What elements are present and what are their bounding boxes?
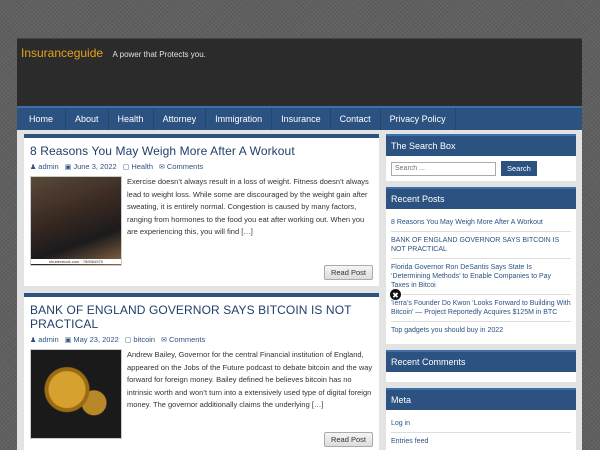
post-meta: ♟ admin ▣ June 3, 2022 ▢ Health ✉ Comments xyxy=(30,162,373,171)
recent-posts-list: 8 Reasons You May Weigh More After A Wor… xyxy=(386,209,576,344)
nav-health[interactable]: Health xyxy=(109,108,154,130)
post-category[interactable]: bitcoin xyxy=(133,335,155,344)
post-meta: ♟ admin ▣ May 23, 2022 ▢ bitcoin ✉ Comments xyxy=(30,335,373,344)
meta-entries-feed-link[interactable]: Entries feed xyxy=(391,433,571,450)
calendar-icon: ▣ xyxy=(64,163,72,171)
widget-title: The Search Box xyxy=(386,134,576,156)
recent-comments-widget: Recent Comments xyxy=(386,350,576,382)
main-nav: Home About Health Attorney Immigration I… xyxy=(17,106,582,130)
meta-login-link[interactable]: Log in xyxy=(391,415,571,433)
meta-list: Log in Entries feed xyxy=(386,410,576,450)
page-wrapper: Insuranceguide A power that Protects you… xyxy=(17,38,582,450)
site-title[interactable]: Insuranceguide xyxy=(21,46,103,60)
post-title[interactable]: 8 Reasons You May Weigh More After A Wor… xyxy=(30,144,373,158)
comment-icon: ✉ xyxy=(159,163,165,171)
post-body: Andrew Bailey, Governor for the central … xyxy=(30,349,373,439)
widget-title: Recent Posts xyxy=(386,187,576,209)
post-thumbnail-bitcoin[interactable] xyxy=(30,349,122,439)
meta-widget: Meta Log in Entries feed xyxy=(386,388,576,450)
search-row: Search xyxy=(386,156,576,181)
nav-contact[interactable]: Contact xyxy=(331,108,381,130)
post-comments[interactable]: Comments xyxy=(167,162,203,171)
nav-privacy-policy[interactable]: Privacy Policy xyxy=(381,108,456,130)
recent-post-link[interactable]: Florida Governor Ron DeSantis Says State… xyxy=(391,259,571,295)
close-icon[interactable]: ✖ xyxy=(389,288,402,301)
recent-post-link[interactable]: 8 Reasons You May Weigh More After A Wor… xyxy=(391,214,571,232)
post-comments[interactable]: Comments xyxy=(169,335,205,344)
site-description: A power that Protects you. xyxy=(112,50,206,59)
folder-icon: ▢ xyxy=(122,163,130,171)
nav-insurance[interactable]: Insurance xyxy=(272,108,331,130)
thumbnail-caption: shutterstock.com · 789364975 xyxy=(31,259,121,264)
content-area: 8 Reasons You May Weigh More After A Wor… xyxy=(17,130,582,450)
comment-icon: ✉ xyxy=(161,336,167,344)
search-button[interactable]: Search xyxy=(501,161,537,176)
user-icon: ♟ xyxy=(30,336,37,344)
read-post-button[interactable]: Read Post xyxy=(323,265,373,280)
nav-attorney[interactable]: Attorney xyxy=(154,108,207,130)
post-author[interactable]: admin xyxy=(38,335,58,344)
site-header: Insuranceguide A power that Protects you… xyxy=(17,38,582,106)
widget-title: Recent Comments xyxy=(386,350,576,372)
post-thumbnail-workout[interactable]: shutterstock.com · 789364975 xyxy=(30,176,122,266)
post-excerpt: Andrew Bailey, Governor for the central … xyxy=(127,350,373,409)
widget-title: Meta xyxy=(386,388,576,410)
post-card: BANK OF ENGLAND GOVERNOR SAYS BITCOIN IS… xyxy=(24,293,379,450)
nav-immigration[interactable]: Immigration xyxy=(206,108,273,130)
post-category[interactable]: Health xyxy=(131,162,153,171)
read-post-button[interactable]: Read Post xyxy=(323,432,373,447)
recent-post-link[interactable]: Terra’s Founder Do Kwon ‘Looks Forward t… xyxy=(391,295,571,322)
recent-comments-body xyxy=(386,372,576,382)
sidebar: The Search Box Search Recent Posts 8 Rea… xyxy=(386,134,576,450)
folder-icon: ▢ xyxy=(124,336,132,344)
nav-home[interactable]: Home xyxy=(17,108,67,130)
nav-about[interactable]: About xyxy=(66,108,109,130)
user-icon: ♟ xyxy=(30,163,37,171)
post-author[interactable]: admin xyxy=(38,162,58,171)
search-input[interactable] xyxy=(391,161,496,176)
search-widget: The Search Box Search xyxy=(386,134,576,181)
main-column: 8 Reasons You May Weigh More After A Wor… xyxy=(24,134,379,450)
post-title[interactable]: BANK OF ENGLAND GOVERNOR SAYS BITCOIN IS… xyxy=(30,303,373,331)
recent-post-link[interactable]: BANK OF ENGLAND GOVERNOR SAYS BITCOIN IS… xyxy=(391,232,571,259)
post-card: 8 Reasons You May Weigh More After A Wor… xyxy=(24,134,379,286)
calendar-icon: ▣ xyxy=(64,336,72,344)
recent-posts-widget: Recent Posts 8 Reasons You May Weigh Mor… xyxy=(386,187,576,344)
recent-post-link[interactable]: Top gadgets you should buy in 2022 xyxy=(391,322,571,339)
post-date[interactable]: June 3, 2022 xyxy=(73,162,116,171)
post-excerpt: Exercise doesn’t always result in a loss… xyxy=(127,177,369,236)
post-body: shutterstock.com · 789364975 Exercise do… xyxy=(30,176,373,266)
post-date[interactable]: May 23, 2022 xyxy=(73,335,118,344)
